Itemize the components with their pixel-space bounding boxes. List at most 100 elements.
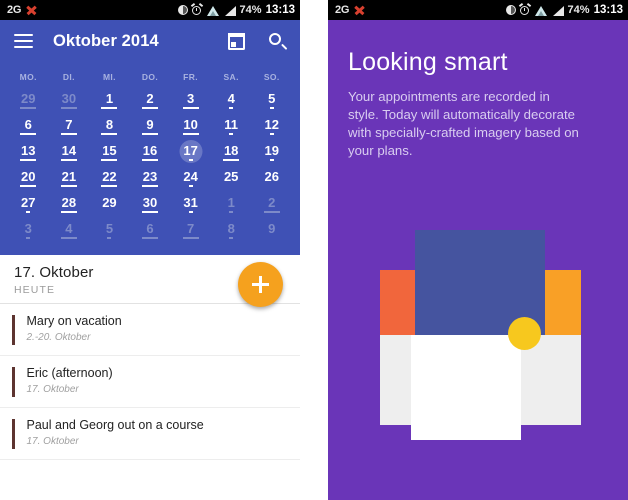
calendar-day-cell[interactable]: 16: [130, 143, 171, 169]
status-bar-left: 2G 74% 13:13: [0, 0, 300, 20]
white-card: [411, 335, 521, 440]
calendar-day-number: 28: [61, 195, 77, 210]
calendar-phone-screen: 2G 74% 13:13 Oktober 2014 MO. DI. MI. DO…: [0, 0, 300, 500]
calendar-day-cell[interactable]: 28: [49, 195, 90, 221]
calendar-day-number: 6: [24, 117, 32, 132]
yellow-dot: [508, 317, 541, 350]
calendar-day-number: 1: [227, 195, 235, 210]
weekday-header: SO.: [263, 72, 280, 82]
event-marker: [60, 159, 77, 161]
event-marker: [188, 185, 193, 187]
calendar-day-cell[interactable]: 5: [251, 91, 292, 117]
calendar-day-cell[interactable]: 4: [49, 221, 90, 247]
calendar-day-number: 10: [183, 117, 198, 132]
calendar-day-number: 15: [102, 143, 117, 158]
event-marker: [107, 237, 112, 239]
calendar-day-cell[interactable]: 12: [251, 117, 292, 143]
event-marker: [60, 107, 77, 109]
calendar-day-cell[interactable]: 25: [211, 169, 252, 195]
event-marker: [101, 133, 118, 135]
calendar-day-cell[interactable]: 14: [49, 143, 90, 169]
event-marker: [269, 133, 274, 135]
calendar-day-cell[interactable]: 9: [130, 117, 171, 143]
calendar-day-number: 17: [183, 143, 198, 158]
calendar-day-cell[interactable]: 18: [211, 143, 252, 169]
calendar-day-cell[interactable]: 7: [49, 117, 90, 143]
calendar-day-cell[interactable]: 22: [89, 169, 130, 195]
search-icon[interactable]: [269, 32, 288, 50]
orange-right-square: [543, 270, 581, 335]
event-marker: [20, 133, 37, 135]
weekday-header: DI.: [62, 72, 75, 82]
status-bar-left-group: 2G: [7, 4, 37, 16]
weekday-header: MO.: [19, 72, 37, 82]
list-item[interactable]: Mary on vacation 2.-20. Oktober: [0, 304, 300, 356]
calendar-day-cell[interactable]: 1: [211, 195, 252, 221]
calendar-day-cell[interactable]: 15: [89, 143, 130, 169]
calendar-day-cell[interactable]: 7: [170, 221, 211, 247]
calendar-day-number: 30: [61, 91, 77, 106]
calendar-day-number: 21: [61, 169, 77, 184]
alarm-icon: [190, 2, 204, 16]
calendar-day-cell[interactable]: 4: [211, 91, 252, 117]
event-marker: [188, 211, 193, 213]
calendar-day-number: 31: [183, 195, 198, 210]
clock-label: 13:13: [265, 4, 295, 16]
calendar-day-cell[interactable]: 11: [211, 117, 252, 143]
calendar-day-cell[interactable]: 13: [8, 143, 49, 169]
calendar-day-cell[interactable]: 1: [89, 91, 130, 117]
signal-icon: [224, 5, 236, 16]
calendar-day-cell[interactable]: 6: [130, 221, 171, 247]
calendar-day-cell[interactable]: 24: [170, 169, 211, 195]
calendar-day-cell[interactable]: 9: [251, 221, 292, 247]
calendar-day-cell[interactable]: 8: [211, 221, 252, 247]
calendar-day-cell[interactable]: 26: [251, 169, 292, 195]
event-color-accent: [12, 315, 15, 345]
calendar-day-cell[interactable]: 29: [89, 195, 130, 221]
list-item[interactable]: Paul and Georg out on a course 17. Oktobe…: [0, 408, 300, 460]
calendar-day-cell[interactable]: 3: [8, 221, 49, 247]
calendar-day-cell[interactable]: 30: [49, 91, 90, 117]
calendar-day-cell[interactable]: 17: [170, 140, 211, 169]
calendar-day-number: 29: [102, 195, 117, 210]
calendar-day-cell[interactable]: 3: [170, 91, 211, 117]
calendar-day-number: 24: [183, 169, 198, 184]
wifi-icon: [534, 5, 548, 16]
calendar-day-cell[interactable]: 19: [251, 143, 292, 169]
calendar-day-cell[interactable]: 23: [130, 169, 171, 195]
calendar-day-cell[interactable]: 29: [8, 91, 49, 117]
calendar-day-cell[interactable]: 2: [130, 91, 171, 117]
status-bar-right: 2G 74% 13:13: [328, 0, 628, 20]
calendar-day-cell[interactable]: 20: [8, 169, 49, 195]
event-marker: [142, 185, 159, 187]
list-item[interactable]: Eric (afternoon) 17. Oktober: [0, 356, 300, 408]
calendar-day-number: 13: [21, 143, 36, 158]
event-marker: [142, 211, 159, 213]
screenshot-divider: [300, 0, 328, 500]
calendar-day-cell[interactable]: 30: [130, 195, 171, 221]
calendar-day-cell[interactable]: 2: [251, 195, 292, 221]
battery-percent-label: 74%: [239, 4, 262, 16]
calendar-day-cell[interactable]: 31: [170, 195, 211, 221]
calendar-day-number: 4: [65, 221, 73, 236]
event-marker: [264, 185, 280, 187]
calendar-day-number: 11: [224, 117, 239, 132]
calendar-day-cell[interactable]: 6: [8, 117, 49, 143]
event-marker: [20, 185, 37, 187]
event-date: 17. Oktober: [26, 384, 79, 395]
promo-phone-screen: 2G 74% 13:13 Looking smart Your appointm…: [328, 0, 628, 500]
calendar-day-number: 7: [65, 117, 73, 132]
hamburger-menu-icon[interactable]: [14, 34, 33, 48]
calendar-day-cell[interactable]: 21: [49, 169, 90, 195]
calendar-week-row: 3 4 5 6 7 8 9: [8, 221, 292, 247]
event-text-block: Paul and Georg out on a course 17. Oktobe…: [27, 418, 204, 447]
calendar-day-number: 9: [268, 221, 276, 236]
calendar-week-row: 6 7 8 9 10 11 12: [8, 117, 292, 143]
calendar-day-cell[interactable]: 8: [89, 117, 130, 143]
calendar-day-cell[interactable]: 5: [89, 221, 130, 247]
calendar-day-cell[interactable]: 27: [8, 195, 49, 221]
add-event-fab[interactable]: [238, 262, 283, 307]
event-marker: [20, 159, 37, 161]
calendar-icon[interactable]: [228, 32, 245, 50]
calendar-day-number: 25: [223, 169, 239, 184]
